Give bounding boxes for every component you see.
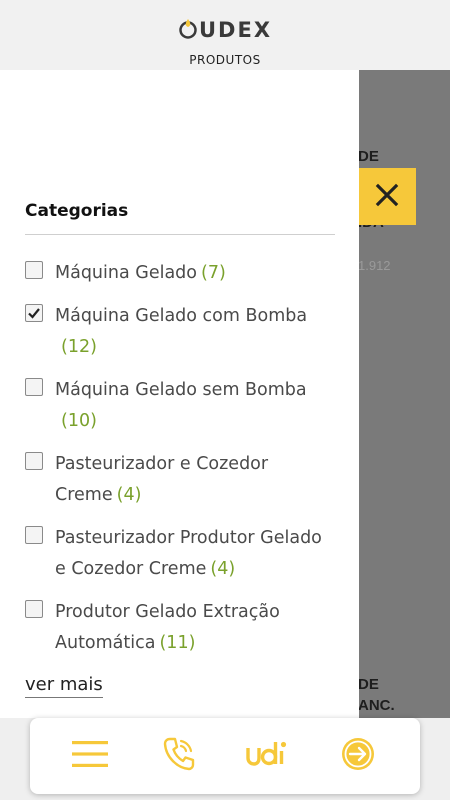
- udi-logo-icon: [245, 739, 287, 773]
- category-name: Máquina Gelado: [55, 263, 197, 283]
- checkbox[interactable]: [25, 452, 43, 470]
- brand-name: UDEX: [198, 18, 273, 42]
- category-item[interactable]: Pasteurizador e Cozedor Creme (4): [25, 449, 345, 511]
- category-list: Máquina Gelado (7) Máquina Gelado com Bom…: [25, 258, 345, 671]
- category-item[interactable]: Máquina Gelado (7): [25, 258, 345, 289]
- background-text: ANC.: [358, 697, 395, 714]
- login-button[interactable]: [336, 734, 380, 778]
- category-count: (11): [159, 633, 196, 653]
- checkmark-icon: [28, 308, 40, 319]
- category-count: (12): [61, 337, 97, 357]
- checkbox[interactable]: [25, 261, 43, 279]
- category-item[interactable]: Máquina Gelado com Bomba (12): [25, 301, 345, 363]
- category-item[interactable]: Máquina Gelado sem Bomba (10): [25, 375, 345, 437]
- category-name: Pasteurizador e Cozedor: [55, 454, 269, 474]
- close-drawer-button[interactable]: [358, 168, 416, 225]
- checkbox-checked[interactable]: [25, 304, 43, 322]
- category-count: (10): [61, 411, 97, 431]
- category-name-continued: Creme: [55, 485, 113, 505]
- logo-drop-icon: [178, 18, 198, 45]
- category-name: Máquina Gelado com Bomba: [55, 306, 308, 326]
- bottom-nav: [30, 718, 420, 794]
- app-header: UDEX PRODUTOS: [0, 0, 450, 70]
- category-count: (4): [210, 559, 236, 579]
- menu-icon: [72, 740, 108, 772]
- checkbox[interactable]: [25, 526, 43, 544]
- category-count: (4): [116, 485, 142, 505]
- brand-logo[interactable]: UDEX: [0, 18, 450, 45]
- checkbox[interactable]: [25, 378, 43, 396]
- divider: [25, 234, 335, 235]
- menu-button[interactable]: [68, 734, 112, 778]
- page-subtitle: PRODUTOS: [189, 53, 261, 67]
- category-count: (7): [201, 263, 226, 283]
- phone-icon: [162, 736, 196, 776]
- category-item[interactable]: Produtor Gelado Extração Automática (11): [25, 597, 345, 659]
- category-name: Máquina Gelado sem Bomba: [55, 380, 307, 400]
- filter-drawer: Categorias Máquina Gelado (7) Máquina Gel…: [0, 70, 359, 718]
- call-button[interactable]: [157, 734, 201, 778]
- category-name-continued: e Cozedor Creme: [55, 559, 207, 579]
- drawer-title: Categorias: [25, 201, 129, 221]
- background-text: DE: [358, 676, 379, 693]
- udi-button[interactable]: [244, 734, 288, 778]
- see-more-link[interactable]: ver mais: [25, 674, 103, 698]
- category-name: Produtor Gelado Extração: [55, 602, 280, 622]
- arrow-right-circle-icon: [340, 736, 376, 776]
- background-text: 1.912: [358, 258, 391, 273]
- category-item[interactable]: Pasteurizador Produtor Gelado e Cozedor …: [25, 523, 345, 585]
- background-text: DE: [358, 148, 379, 165]
- category-name: Pasteurizador Produtor Gelado: [55, 528, 322, 548]
- category-name-continued: Automática: [55, 633, 156, 653]
- close-icon: [375, 183, 399, 211]
- checkbox[interactable]: [25, 600, 43, 618]
